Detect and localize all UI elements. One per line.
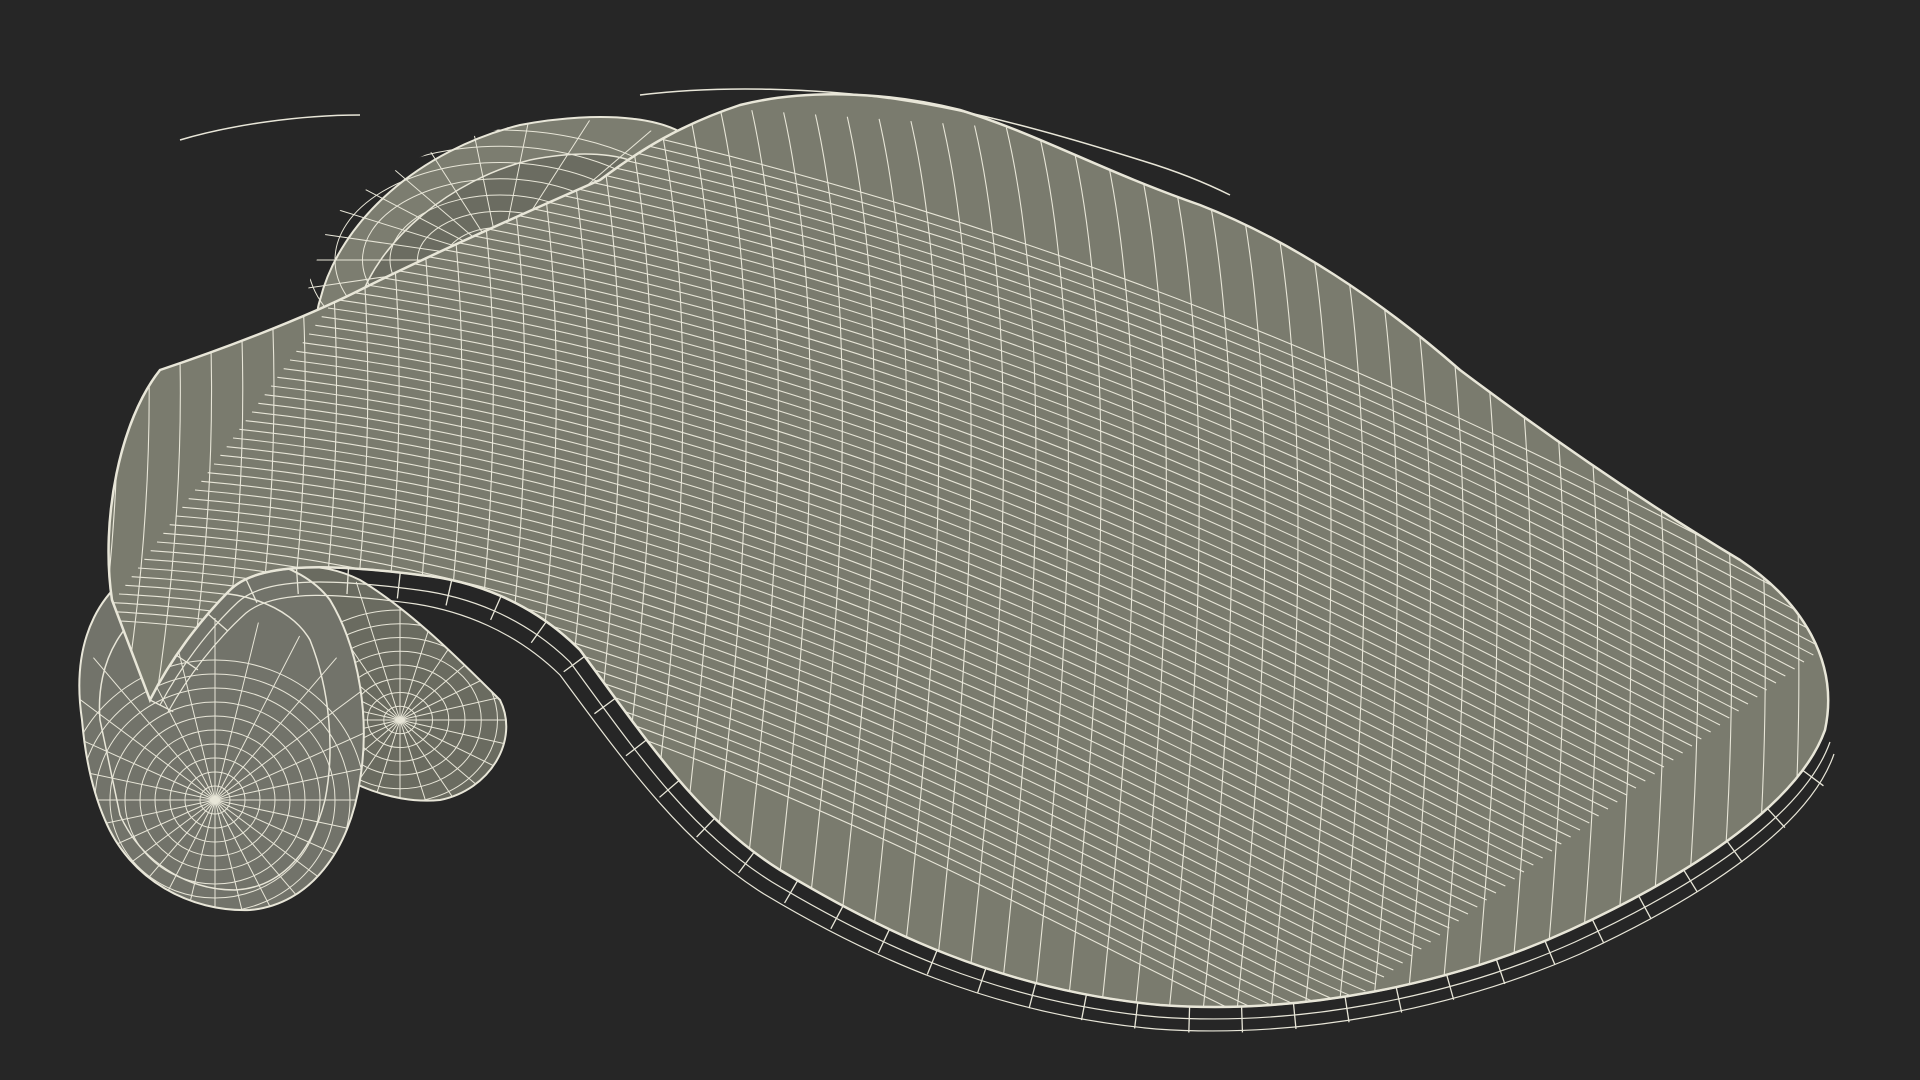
- mesh-line: [0, 60, 56, 1060]
- mesh-line: [0, 62, 87, 1060]
- rim-segment: [1683, 869, 1698, 893]
- rim-segment: [696, 817, 716, 838]
- rim-segment: [1133, 1002, 1139, 1029]
- rim-segment: [1726, 840, 1743, 863]
- main-surface: [0, 60, 1830, 1060]
- rim-segment: [490, 595, 502, 621]
- rim-segment: [1638, 895, 1652, 920]
- rim-segment: [784, 880, 799, 904]
- rim-segment: [926, 949, 938, 975]
- rim-segment: [977, 968, 987, 994]
- rim-segment: [1544, 940, 1556, 966]
- rim-segment: [877, 929, 891, 954]
- rim-segment: [830, 905, 844, 930]
- rim-segment: [1188, 1006, 1191, 1033]
- wireframe-model: [0, 60, 1835, 1060]
- render-viewport: [0, 0, 1920, 1080]
- rim-segment: [1802, 769, 1824, 787]
- rim-segment: [445, 579, 453, 606]
- rim-segment: [396, 572, 401, 599]
- rim-segment: [1344, 996, 1350, 1023]
- rim-segment: [737, 851, 755, 874]
- rim-segment: [1591, 919, 1605, 944]
- rim-segment: [1240, 1006, 1244, 1033]
- mesh-line: [108, 94, 119, 1007]
- rim-segment: [1292, 1003, 1297, 1030]
